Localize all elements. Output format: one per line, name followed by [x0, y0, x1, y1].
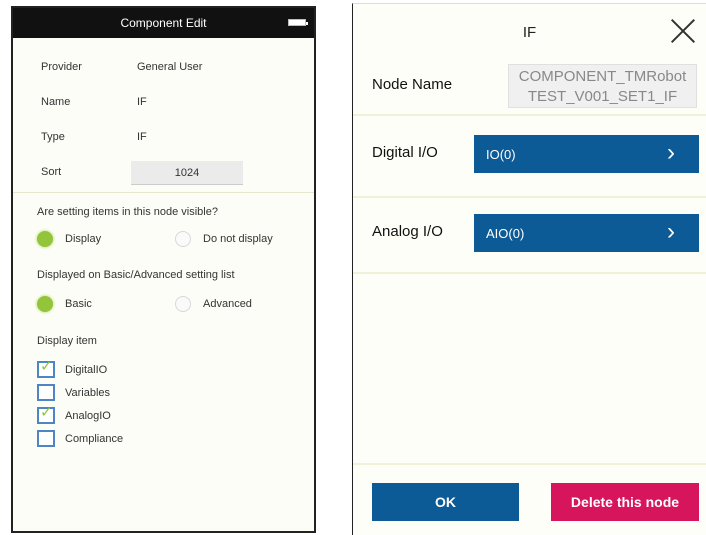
analog-io-button-label: AIO(0): [486, 225, 525, 241]
digitalio-label: DigitalIO: [65, 364, 108, 376]
name-value: IF: [137, 96, 147, 108]
analog-io-label: Analog I/O: [372, 223, 443, 240]
node-title: IF: [522, 24, 537, 41]
name-row: Name IF: [13, 93, 314, 113]
check-icon: ✓: [40, 358, 53, 375]
divider: [353, 196, 706, 198]
battery-icon: [288, 19, 308, 26]
divider: [353, 272, 706, 274]
sort-row: Sort 1024: [13, 161, 314, 185]
divider: [353, 463, 706, 465]
advanced-radio-label: Advanced: [203, 298, 252, 310]
component-edit-title: Component Edit: [120, 16, 207, 30]
if-node-panel: IF Node Name COMPONENT_TMRobot TEST_V001…: [352, 3, 706, 535]
component-edit-panel: Component Edit Provider General User Nam…: [11, 6, 316, 533]
component-edit-titlebar: Component Edit: [13, 8, 314, 38]
close-icon[interactable]: [670, 18, 696, 44]
display-radio-label: Display: [65, 233, 102, 245]
provider-row: Provider General User: [13, 58, 314, 78]
check-icon: ✓: [40, 404, 53, 421]
chevron-right-icon: ›: [667, 218, 675, 245]
chevron-right-icon: ›: [667, 139, 675, 166]
variables-checkbox[interactable]: [37, 384, 55, 401]
provider-label: Provider: [41, 61, 82, 73]
type-row: Type IF: [13, 128, 314, 148]
node-name-field[interactable]: COMPONENT_TMRobot TEST_V001_SET1_IF: [508, 64, 697, 108]
do-not-display-radio[interactable]: [175, 231, 191, 247]
ok-button[interactable]: OK: [372, 483, 519, 521]
digital-io-button[interactable]: IO(0) ›: [474, 135, 699, 173]
name-label: Name: [41, 96, 71, 108]
provider-value: General User: [137, 61, 203, 73]
sort-label: Sort: [41, 166, 62, 178]
do-not-display-radio-label: Do not display: [203, 233, 273, 245]
divider: [13, 192, 314, 193]
basic-radio[interactable]: [37, 296, 53, 312]
digitalio-checkbox[interactable]: ✓: [37, 358, 55, 378]
digital-io-button-label: IO(0): [486, 146, 516, 162]
sort-input[interactable]: 1024: [131, 161, 243, 185]
divider: [353, 114, 706, 116]
visible-question: Are setting items in this node visible?: [37, 206, 218, 218]
analogio-label: AnalogIO: [65, 410, 111, 422]
digital-io-label: Digital I/O: [372, 144, 438, 161]
type-value: IF: [137, 131, 147, 143]
node-name-line1: COMPONENT_TMRobot: [518, 68, 687, 85]
type-label: Type: [41, 131, 65, 143]
delete-node-button[interactable]: Delete this node: [551, 483, 699, 521]
compliance-checkbox[interactable]: [37, 430, 55, 447]
compliance-label: Compliance: [65, 433, 124, 445]
analog-io-button[interactable]: AIO(0) ›: [474, 214, 699, 252]
analogio-checkbox[interactable]: ✓: [37, 404, 55, 424]
variables-label: Variables: [65, 387, 111, 399]
node-name-label: Node Name: [372, 76, 453, 93]
list-question: Displayed on Basic/Advanced setting list: [37, 269, 235, 281]
advanced-radio[interactable]: [175, 296, 191, 312]
basic-radio-label: Basic: [65, 298, 92, 310]
display-radio[interactable]: [37, 231, 53, 247]
display-item-title: Display item: [37, 335, 97, 347]
node-name-line2: TEST_V001_SET1_IF: [527, 88, 678, 105]
